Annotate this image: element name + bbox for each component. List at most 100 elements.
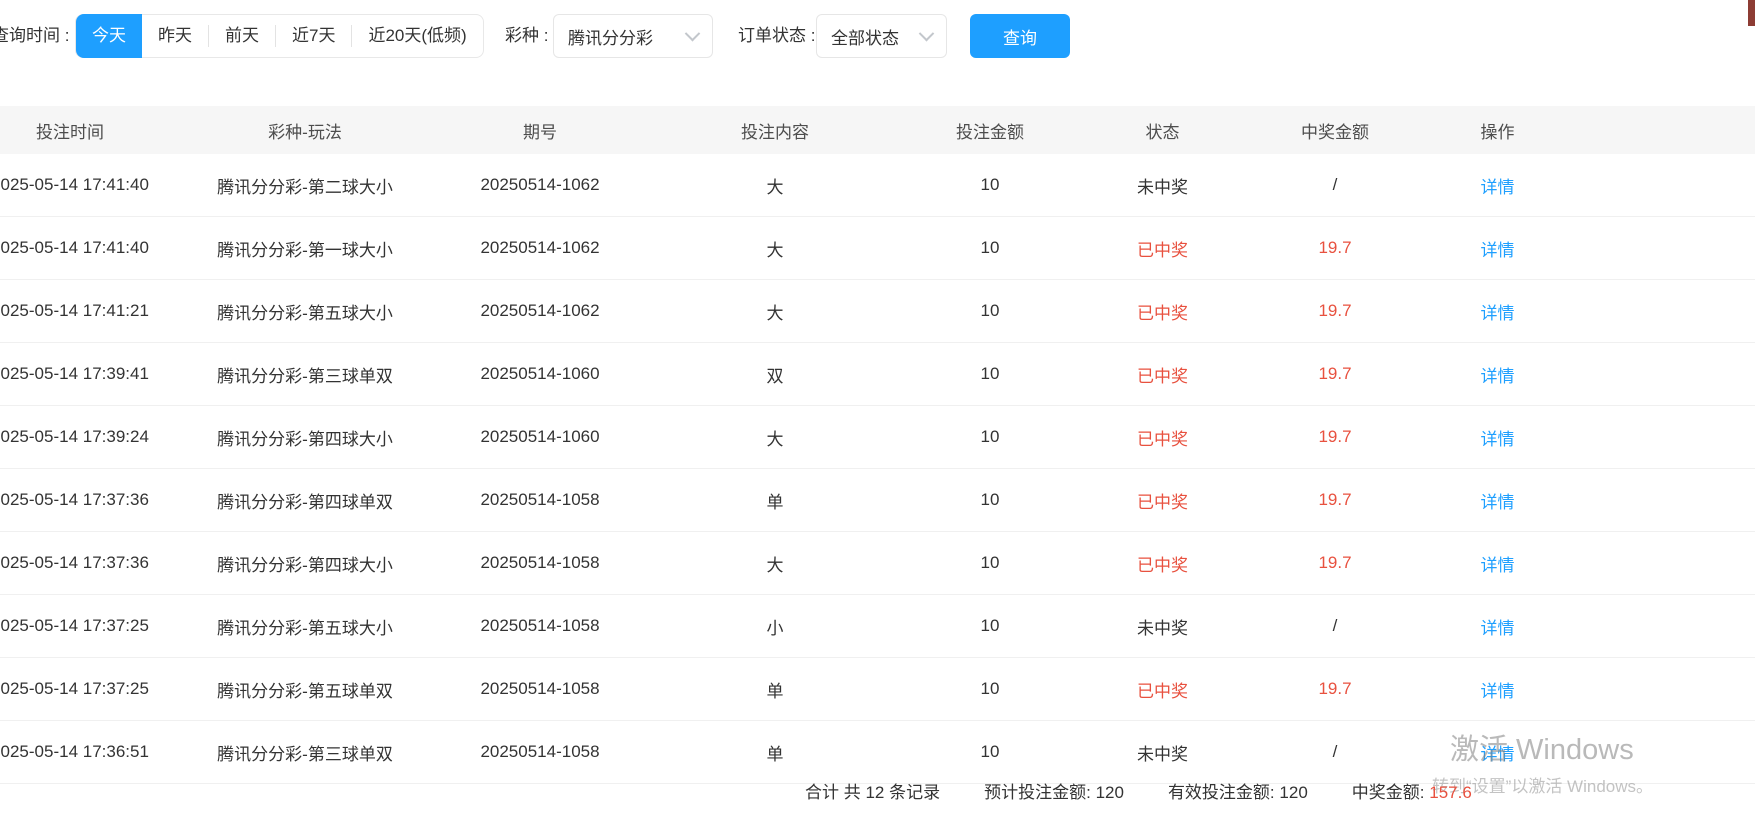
cell-bet-content: 大: [620, 279, 930, 343]
cell-status: 已中奖: [1050, 216, 1275, 280]
cell-bet-time: 2025-05-14 17:36:51: [0, 720, 150, 784]
cell-win-amount: 19.7: [1275, 279, 1395, 343]
cell-bet-amount: 10: [930, 279, 1050, 343]
lottery-type-label: 彩种 :: [505, 26, 549, 45]
scrollbar-fragment: [1748, 0, 1755, 26]
table-row: 2025-05-14 17:37:25 腾讯分分彩-第五球大小 20250514…: [0, 594, 1755, 658]
cell-bet-content: 大: [620, 405, 930, 469]
cell-lottery-play: 腾讯分分彩-第五球单双: [150, 657, 460, 721]
time-option-last-7-days[interactable]: 近7天: [276, 14, 351, 58]
cell-win-amount: 19.7: [1275, 657, 1395, 721]
cell-bet-time: 2025-05-14 17:37:25: [0, 657, 150, 721]
col-status: 状态: [1050, 106, 1275, 154]
table-row: 2025-05-14 17:39:24 腾讯分分彩-第四球大小 20250514…: [0, 405, 1755, 469]
cell-status: 已中奖: [1050, 279, 1275, 343]
cell-bet-amount: 10: [930, 342, 1050, 406]
cell-status: 未中奖: [1050, 154, 1275, 217]
total-win-amount: 中奖金额: 157.6: [1351, 783, 1472, 802]
cell-win-amount: 19.7: [1275, 216, 1395, 280]
query-button[interactable]: 查询: [970, 14, 1070, 58]
detail-link[interactable]: 详情: [1481, 367, 1515, 386]
cell-status: 已中奖: [1050, 405, 1275, 469]
cell-bet-amount: 10: [930, 594, 1050, 658]
detail-link[interactable]: 详情: [1481, 178, 1515, 197]
query-time-label: 查询时间 :: [0, 26, 70, 45]
order-status-select[interactable]: 全部状态: [816, 14, 947, 58]
order-status-value: 全部状态: [831, 28, 899, 48]
cell-win-amount: /: [1275, 594, 1395, 658]
cell-win-amount: 19.7: [1275, 531, 1395, 595]
order-status-label: 订单状态 :: [738, 26, 816, 45]
detail-link[interactable]: 详情: [1481, 304, 1515, 323]
cell-lottery-play: 腾讯分分彩-第一球大小: [150, 216, 460, 280]
col-bet-time: 投注时间: [0, 106, 150, 154]
detail-link[interactable]: 详情: [1481, 493, 1515, 512]
table-row: 2025-05-14 17:39:41 腾讯分分彩-第三球单双 20250514…: [0, 342, 1755, 406]
cell-issue-number: 20250514-1062: [460, 216, 620, 280]
cell-win-amount: /: [1275, 154, 1395, 217]
cell-bet-time: 2025-05-14 17:39:41: [0, 342, 150, 406]
cell-issue-number: 20250514-1058: [460, 531, 620, 595]
cell-issue-number: 20250514-1058: [460, 594, 620, 658]
cell-bet-amount: 10: [930, 216, 1050, 280]
cell-win-amount: 19.7: [1275, 342, 1395, 406]
summary-bar: 合计 共 12 条记录 预计投注金额: 120 有效投注金额: 120 中奖金额…: [805, 778, 1472, 803]
cell-win-amount: 19.7: [1275, 405, 1395, 469]
table-row: 2025-05-14 17:41:40 腾讯分分彩-第二球大小 20250514…: [0, 154, 1755, 217]
cell-bet-time: 2025-05-14 17:37:25: [0, 594, 150, 658]
table-row: 2025-05-14 17:37:36 腾讯分分彩-第四球单双 20250514…: [0, 468, 1755, 532]
time-range-group: 今天 昨天 前天 近7天 近20天(低频): [75, 14, 484, 58]
col-bet-content: 投注内容: [620, 106, 930, 154]
cell-bet-content: 大: [620, 216, 930, 280]
chevron-down-icon: [918, 25, 935, 41]
cell-status: 已中奖: [1050, 468, 1275, 532]
cell-issue-number: 20250514-1058: [460, 468, 620, 532]
cell-bet-amount: 10: [930, 154, 1050, 217]
cell-bet-time: 2025-05-14 17:41:40: [0, 216, 150, 280]
detail-link[interactable]: 详情: [1481, 241, 1515, 260]
cell-lottery-play: 腾讯分分彩-第二球大小: [150, 154, 460, 217]
table-row: 2025-05-14 17:37:25 腾讯分分彩-第五球单双 20250514…: [0, 657, 1755, 721]
expected-bet-amount: 预计投注金额: 120: [984, 783, 1124, 802]
table-row: 2025-05-14 17:36:51 腾讯分分彩-第三球单双 20250514…: [0, 720, 1755, 784]
detail-link[interactable]: 详情: [1481, 745, 1515, 764]
time-option-last-20-days[interactable]: 近20天(低频): [352, 14, 482, 58]
cell-status: 未中奖: [1050, 594, 1275, 658]
time-option-yesterday[interactable]: 昨天: [142, 14, 208, 58]
cell-bet-time: 2025-05-14 17:37:36: [0, 531, 150, 595]
col-lottery-play: 彩种-玩法: [150, 106, 460, 154]
col-bet-amount: 投注金额: [930, 106, 1050, 154]
cell-status: 已中奖: [1050, 342, 1275, 406]
col-filler: [1600, 106, 1755, 154]
cell-bet-amount: 10: [930, 405, 1050, 469]
detail-link[interactable]: 详情: [1481, 430, 1515, 449]
record-count: 合计 共 12 条记录: [805, 783, 941, 802]
orders-table: 投注时间 彩种-玩法 期号 投注内容 投注金额 状态 中奖金额 操作 2025-…: [0, 106, 1755, 784]
cell-issue-number: 20250514-1058: [460, 657, 620, 721]
cell-bet-time: 2025-05-14 17:41:21: [0, 279, 150, 343]
cell-lottery-play: 腾讯分分彩-第五球大小: [150, 279, 460, 343]
time-option-day-before[interactable]: 前天: [209, 14, 275, 58]
detail-link[interactable]: 详情: [1481, 619, 1515, 638]
detail-link[interactable]: 详情: [1481, 556, 1515, 575]
lottery-type-select[interactable]: 腾讯分分彩: [553, 14, 713, 58]
col-win-amount: 中奖金额: [1275, 106, 1395, 154]
cell-status: 已中奖: [1050, 531, 1275, 595]
cell-issue-number: 20250514-1058: [460, 720, 620, 784]
time-option-today[interactable]: 今天: [76, 14, 142, 58]
cell-lottery-play: 腾讯分分彩-第三球单双: [150, 342, 460, 406]
cell-status: 已中奖: [1050, 657, 1275, 721]
cell-status: 未中奖: [1050, 720, 1275, 784]
cell-issue-number: 20250514-1060: [460, 405, 620, 469]
detail-link[interactable]: 详情: [1481, 682, 1515, 701]
table-row: 2025-05-14 17:41:21 腾讯分分彩-第五球大小 20250514…: [0, 279, 1755, 343]
cell-bet-amount: 10: [930, 531, 1050, 595]
col-action: 操作: [1395, 106, 1600, 154]
cell-bet-amount: 10: [930, 720, 1050, 784]
table-header-row: 投注时间 彩种-玩法 期号 投注内容 投注金额 状态 中奖金额 操作: [0, 106, 1755, 154]
cell-bet-amount: 10: [930, 468, 1050, 532]
cell-win-amount: 19.7: [1275, 468, 1395, 532]
cell-bet-time: 2025-05-14 17:41:40: [0, 154, 150, 217]
table-row: 2025-05-14 17:41:40 腾讯分分彩-第一球大小 20250514…: [0, 216, 1755, 280]
cell-bet-content: 单: [620, 657, 930, 721]
